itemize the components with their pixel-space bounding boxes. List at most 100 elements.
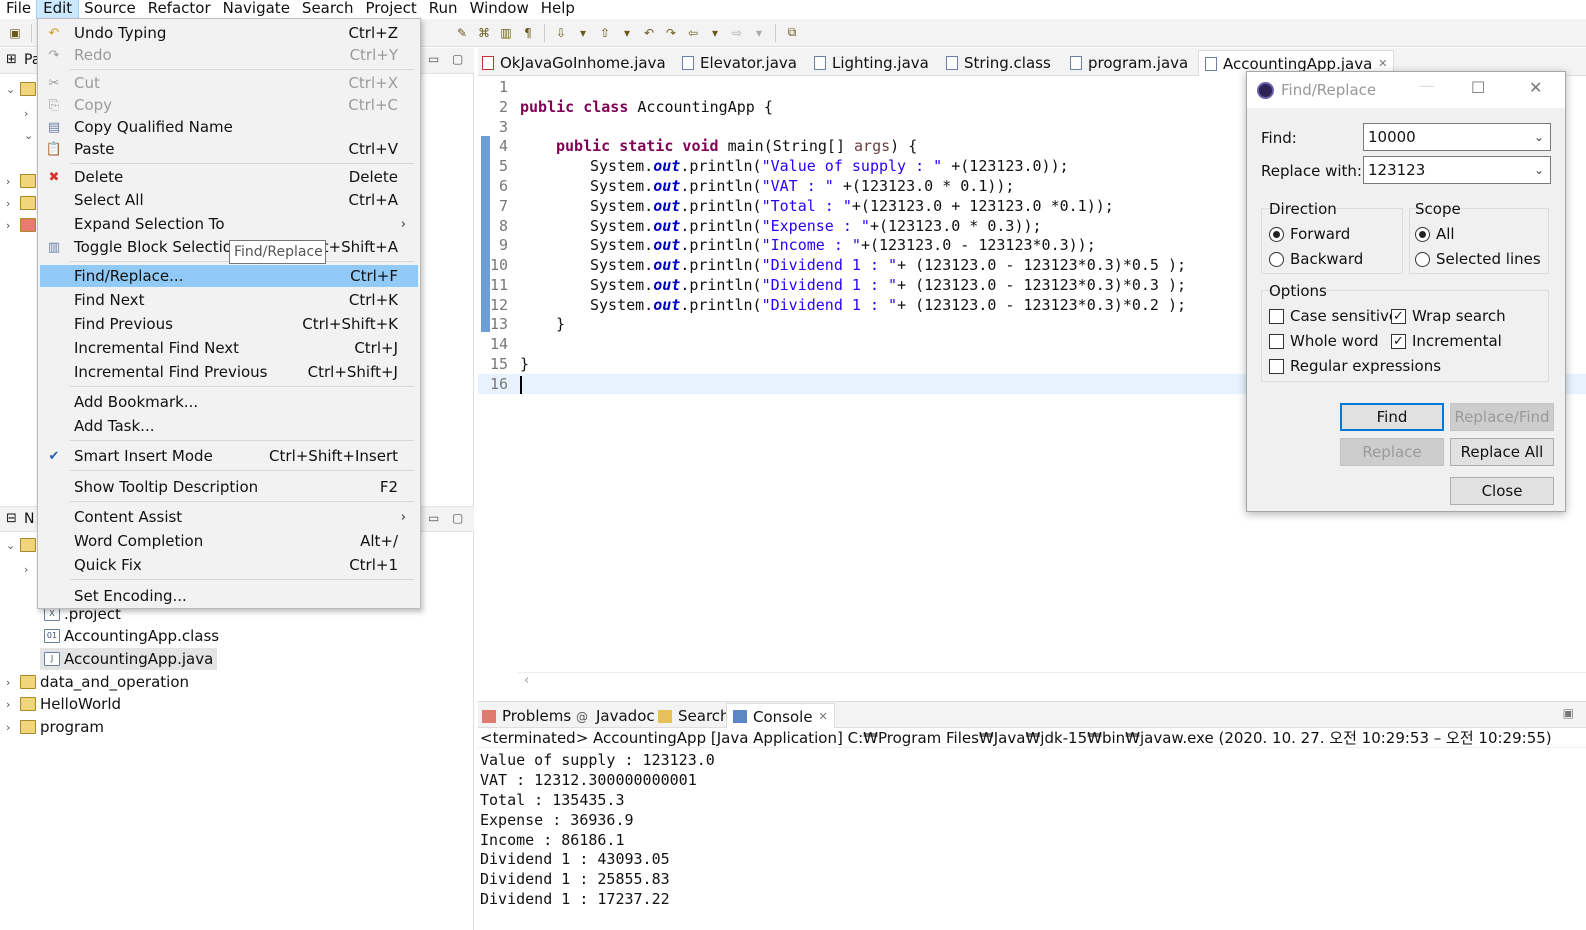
incremental-checkbox[interactable]: ✓ Incremental	[1391, 331, 1502, 351]
last-edit-location-icon[interactable]: ↶	[640, 24, 658, 42]
menu-item-undo[interactable]: ↶ Undo Typing Ctrl+Z	[40, 22, 418, 44]
maximize-icon[interactable]: ▢	[452, 52, 463, 66]
collapse-icon[interactable]: ›	[6, 175, 20, 188]
tab-okjavagoinhome[interactable]: OkJavaGoInhome.java	[482, 52, 666, 74]
replace-input[interactable]: 123123 ⌄	[1363, 156, 1551, 184]
chevron-down-icon[interactable]: ⌄	[1534, 124, 1544, 150]
menu-project[interactable]: Project	[359, 0, 422, 18]
expand-icon[interactable]: ⌄	[6, 83, 20, 96]
tree-row[interactable]: ⌄	[24, 124, 38, 146]
expand-icon[interactable]: ⌄	[24, 129, 38, 142]
block-selection-icon[interactable]: ▥	[497, 24, 515, 42]
wrap-search-checkbox[interactable]: ✓ Wrap search	[1391, 306, 1506, 326]
list-item[interactable]: J AccountingApp.java	[40, 648, 218, 670]
menu-item-delete[interactable]: ✖ Delete Delete	[40, 166, 418, 188]
chevron-down-icon[interactable]: ⌄	[1534, 157, 1544, 183]
menu-item-find-replace[interactable]: Find/Replace... Ctrl+F	[40, 265, 418, 287]
menu-help[interactable]: Help	[535, 0, 581, 18]
expand-icon[interactable]: ⌄	[6, 539, 20, 552]
tab-problems[interactable]: Problems	[482, 705, 571, 727]
whole-word-checkbox[interactable]: Whole word	[1269, 331, 1379, 351]
list-item[interactable]: › program	[6, 716, 104, 738]
menu-search[interactable]: Search	[296, 0, 360, 18]
tree-row[interactable]: ›	[6, 192, 40, 214]
collapse-icon[interactable]: ›	[6, 676, 20, 689]
forward-edit-icon[interactable]: ↷	[662, 24, 680, 42]
menu-item-content-assist[interactable]: Content Assist ›	[40, 506, 418, 528]
replace-find-button[interactable]: Replace/Find	[1450, 403, 1554, 431]
back-icon[interactable]: ⇦	[684, 24, 702, 42]
tab-program[interactable]: program.java	[1070, 52, 1188, 74]
menu-item-paste[interactable]: 📋 Paste Ctrl+V	[40, 138, 418, 160]
regex-checkbox[interactable]: Regular expressions	[1269, 356, 1441, 376]
tree-row[interactable]: ⌄	[6, 78, 40, 100]
dialog-titlebar[interactable]: Find/Replace — ☐ ✕	[1247, 72, 1565, 108]
dropdown-arrow-icon[interactable]: ▾	[618, 24, 636, 42]
menu-item-select-all[interactable]: Select All Ctrl+A	[40, 189, 418, 211]
collapse-icon[interactable]: ›	[6, 721, 20, 734]
maximize-icon[interactable]: ▣	[1563, 706, 1574, 720]
find-input[interactable]: 10000 ⌄	[1363, 123, 1551, 151]
pin-editor-icon[interactable]: ⧉	[783, 24, 801, 42]
navigator-title[interactable]: N	[24, 511, 34, 527]
toggle-breadcrumb-icon[interactable]: ⌘	[475, 24, 493, 42]
dropdown-arrow-icon[interactable]: ▾	[574, 24, 592, 42]
new-icon[interactable]: ▣	[6, 24, 24, 42]
collapse-icon[interactable]: ›	[24, 563, 38, 576]
scroll-left-icon[interactable]: ‹	[524, 673, 529, 688]
horizontal-scrollbar[interactable]: ‹	[518, 672, 1586, 692]
list-item[interactable]: › HelloWorld	[6, 693, 121, 715]
replace-button[interactable]: Replace	[1340, 438, 1444, 466]
collapse-icon[interactable]: ›	[24, 107, 38, 120]
toggle-mark-occurrences-icon[interactable]: ✎	[453, 24, 471, 42]
tab-console[interactable]: Console ✕	[726, 703, 835, 729]
collapse-icon[interactable]: ›	[6, 219, 20, 232]
case-sensitive-checkbox[interactable]: Case sensitive	[1269, 306, 1398, 326]
close-icon[interactable]: ✕	[819, 710, 828, 723]
backward-radio[interactable]: Backward	[1269, 249, 1363, 269]
scope-selected-lines-radio[interactable]: Selected lines	[1415, 249, 1541, 269]
menu-item-expand-selection[interactable]: Expand Selection To ›	[40, 213, 418, 235]
tree-row[interactable]: ›	[6, 214, 40, 236]
tree-row[interactable]: ›	[6, 170, 40, 192]
menu-item-find-next[interactable]: Find Next Ctrl+K	[40, 289, 418, 311]
collapse-icon[interactable]: ›	[6, 197, 20, 210]
tab-search[interactable]: Search	[658, 705, 730, 727]
tree-row[interactable]: ›	[24, 558, 38, 580]
menu-window[interactable]: Window	[464, 0, 535, 18]
menu-file[interactable]: File	[0, 0, 37, 18]
forward-radio[interactable]: Forward	[1269, 224, 1350, 244]
menu-item-redo[interactable]: ↷ Redo Ctrl+Y	[40, 44, 418, 66]
tab-string-class[interactable]: String.class	[946, 52, 1051, 74]
close-button[interactable]: Close	[1450, 477, 1554, 505]
menu-item-show-tooltip-description[interactable]: Show Tooltip Description F2	[40, 476, 418, 498]
maximize-icon[interactable]: ▢	[452, 511, 463, 525]
console-output[interactable]: Value of supply : 123123.0 VAT : 12312.3…	[478, 750, 1586, 930]
menu-item-cut[interactable]: ✂ Cut Ctrl+X	[40, 72, 418, 94]
list-item[interactable]: › data_and_operation	[6, 671, 189, 693]
menu-item-set-encoding[interactable]: Set Encoding...	[40, 585, 418, 607]
menu-item-find-previous[interactable]: Find Previous Ctrl+Shift+K	[40, 313, 418, 335]
menu-item-copy[interactable]: ⎘ Copy Ctrl+C	[40, 94, 418, 116]
tab-javadoc[interactable]: @ Javadoc	[576, 705, 655, 727]
replace-all-button[interactable]: Replace All	[1450, 438, 1554, 466]
menu-item-incremental-find-previous[interactable]: Incremental Find Previous Ctrl+Shift+J	[40, 361, 418, 383]
menu-item-quick-fix[interactable]: Quick Fix Ctrl+1	[40, 554, 418, 576]
minimize-icon[interactable]: ▭	[428, 52, 439, 66]
menu-navigate[interactable]: Navigate	[217, 0, 296, 18]
close-icon[interactable]: ✕	[1378, 57, 1387, 70]
find-button[interactable]: Find	[1340, 403, 1444, 431]
menu-refactor[interactable]: Refactor	[142, 0, 217, 18]
menu-item-smart-insert-mode[interactable]: ✔ Smart Insert Mode Ctrl+Shift+Insert	[40, 445, 418, 467]
show-whitespace-icon[interactable]: ¶	[519, 24, 537, 42]
list-item[interactable]: 01 AccountingApp.class	[44, 625, 219, 647]
collapse-icon[interactable]: ›	[6, 698, 20, 711]
menu-source[interactable]: Source	[78, 0, 142, 18]
menu-item-add-task[interactable]: Add Task...	[40, 415, 418, 437]
menu-item-copy-qualified-name[interactable]: ▤ Copy Qualified Name	[40, 116, 418, 138]
dropdown-arrow-icon[interactable]: ▾	[706, 24, 724, 42]
scope-all-radio[interactable]: All	[1415, 224, 1455, 244]
maximize-icon[interactable]: ☐	[1471, 78, 1485, 97]
tab-elevator[interactable]: Elevator.java	[682, 52, 797, 74]
forward-icon[interactable]: ⇨	[728, 24, 746, 42]
